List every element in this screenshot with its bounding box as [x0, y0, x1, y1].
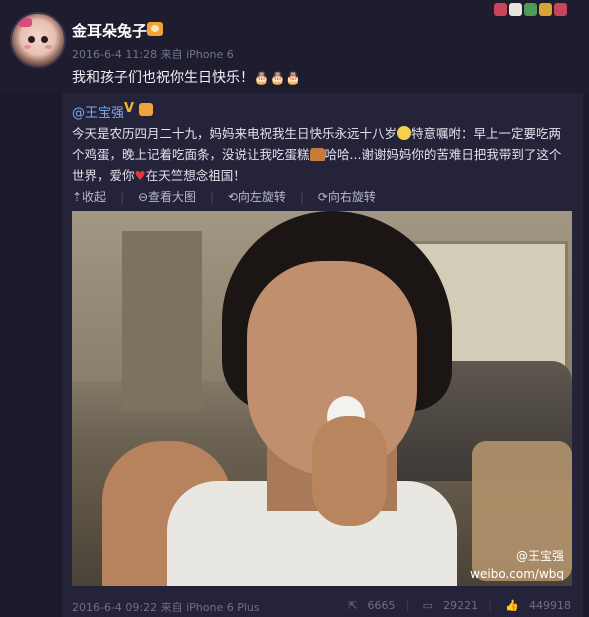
watermark-user: @王宝强	[515, 549, 564, 563]
comment-count[interactable]: 29221	[443, 599, 478, 612]
like-count[interactable]: 449918	[529, 599, 571, 612]
view-large-button[interactable]: ⊖查看大图	[138, 190, 196, 204]
festive-decoration	[493, 0, 583, 22]
post-timestamp[interactable]: 2016-6-4 11:28 来自 iPhone 6	[72, 46, 234, 62]
post-text: 我和孩子们也祝你生日快乐！🎂🎂🎂	[72, 70, 302, 86]
original-text: 今天是农历四月二十九，妈妈来电祝我生日快乐永远十八岁 特意嘱咐：早上一定要吃两个鸡…	[72, 126, 562, 183]
post-stats: ⇱ 6665 | ▭ 29221 | 👍 449918	[348, 599, 571, 612]
username[interactable]: 金耳朵兔子	[72, 20, 147, 41]
post-photo[interactable]: @王宝强 weibo.com/wbq	[72, 211, 572, 586]
rotate-left-button[interactable]: ⟲向左旋转	[228, 190, 286, 204]
collapse-button[interactable]: ⇡收起	[72, 190, 106, 204]
rotate-right-button[interactable]: ⟳向右旋转	[318, 190, 376, 204]
avatar[interactable]	[10, 12, 66, 68]
original-author-link[interactable]: @王宝强	[72, 102, 124, 121]
original-timestamp[interactable]: 2016-6-4 09:22 来自 iPhone 6 Plus	[72, 599, 260, 615]
verified-v-icon[interactable]: V	[124, 102, 136, 115]
cake-emoji: 🎂🎂🎂	[254, 71, 302, 85]
bow-decoration	[18, 18, 32, 27]
comment-icon[interactable]: ▭	[423, 599, 433, 612]
repost-header: 金耳朵兔子 2016-6-4 11:28 来自 iPhone 6 我和孩子们也祝…	[0, 0, 589, 93]
like-icon[interactable]: 👍	[505, 599, 519, 612]
member-badge-icon[interactable]	[147, 22, 163, 36]
original-post: @王宝强 V 今天是农历四月二十九，妈妈来电祝我生日快乐永远十八岁 特意嘱咐：早上…	[62, 93, 583, 617]
repost-icon[interactable]: ⇱	[348, 599, 357, 612]
image-actions: ⇡收起 | ⊖查看大图 | ⟲向左旋转 | ⟳向右旋转	[72, 190, 376, 204]
grin-emoji-icon	[397, 126, 412, 140]
watermark-url: weibo.com/wbq	[470, 567, 564, 581]
heart-emoji-icon: ♥	[134, 168, 146, 183]
cake-emoji-icon	[309, 148, 325, 161]
member-badge-icon[interactable]	[139, 103, 153, 116]
repost-count[interactable]: 6665	[367, 599, 395, 612]
